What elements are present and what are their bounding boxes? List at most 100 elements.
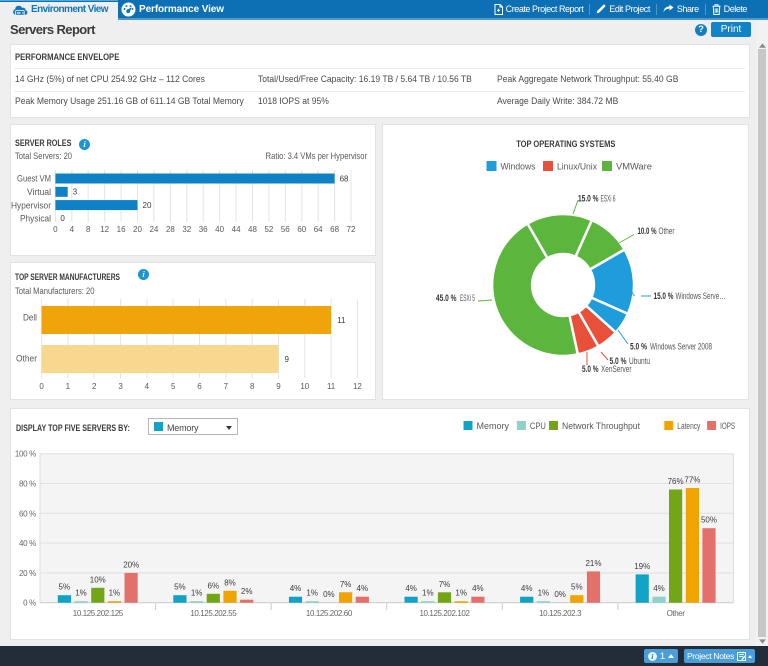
svg-text:IOPS: IOPS bbox=[720, 421, 735, 431]
svg-text:4: 4 bbox=[145, 382, 150, 391]
svg-text:Windows Server 2008: Windows Server 2008 bbox=[650, 342, 712, 352]
svg-text:1%: 1% bbox=[422, 589, 434, 598]
svg-text:76%: 76% bbox=[668, 477, 684, 486]
svg-text:21%: 21% bbox=[585, 559, 601, 568]
svg-text:3: 3 bbox=[118, 382, 123, 391]
svg-text:10.125.202.125: 10.125.202.125 bbox=[73, 609, 124, 618]
svg-text:10: 10 bbox=[300, 382, 309, 391]
svg-text:48: 48 bbox=[248, 225, 257, 234]
svg-text:10.125.202.60: 10.125.202.60 bbox=[306, 609, 353, 618]
svg-text:Ubuntu: Ubuntu bbox=[629, 356, 650, 366]
svg-text:6%: 6% bbox=[208, 581, 220, 590]
svg-text:6: 6 bbox=[197, 382, 202, 391]
svg-text:7%: 7% bbox=[439, 580, 451, 589]
svg-text:20: 20 bbox=[133, 225, 142, 234]
svg-text:12: 12 bbox=[100, 225, 109, 234]
svg-text:Virtual: Virtual bbox=[27, 187, 51, 197]
svg-text:Windows: Windows bbox=[501, 162, 536, 172]
svg-text:Latency: Latency bbox=[677, 421, 700, 431]
svg-text:4%: 4% bbox=[653, 584, 665, 593]
svg-text:20%: 20% bbox=[123, 560, 139, 569]
svg-text:7: 7 bbox=[224, 382, 229, 391]
svg-text:68: 68 bbox=[330, 225, 339, 234]
svg-text:0: 0 bbox=[53, 225, 58, 234]
svg-text:19%: 19% bbox=[634, 562, 650, 571]
svg-text:1%: 1% bbox=[455, 589, 467, 598]
svg-text:11: 11 bbox=[337, 316, 346, 325]
svg-text:15.0 %: 15.0 % bbox=[654, 291, 674, 301]
svg-text:64: 64 bbox=[314, 225, 323, 234]
svg-text:Other: Other bbox=[667, 609, 686, 618]
svg-text:5: 5 bbox=[171, 382, 176, 391]
svg-text:0: 0 bbox=[60, 214, 65, 223]
svg-text:52: 52 bbox=[264, 225, 273, 234]
svg-text:2: 2 bbox=[92, 382, 97, 391]
svg-text:ESXi 6: ESXi 6 bbox=[601, 194, 616, 204]
svg-text:28: 28 bbox=[166, 225, 175, 234]
svg-text:1%: 1% bbox=[109, 589, 121, 598]
svg-text:VMWare: VMWare bbox=[616, 162, 652, 172]
svg-text:56: 56 bbox=[281, 225, 290, 234]
svg-text:Guest VM: Guest VM bbox=[17, 174, 51, 184]
svg-text:Memory: Memory bbox=[477, 421, 510, 431]
svg-text:40 %: 40 % bbox=[19, 539, 36, 548]
svg-text:4%: 4% bbox=[521, 584, 533, 593]
svg-text:44: 44 bbox=[232, 225, 241, 234]
svg-text:Linux/Unix: Linux/Unix bbox=[557, 162, 597, 172]
svg-text:ESXi 5: ESXi 5 bbox=[460, 293, 475, 303]
svg-text:77%: 77% bbox=[684, 476, 700, 485]
svg-text:10.125.202.3: 10.125.202.3 bbox=[539, 609, 582, 618]
svg-text:0: 0 bbox=[39, 382, 44, 391]
svg-text:CPU: CPU bbox=[530, 421, 546, 431]
svg-text:Other: Other bbox=[659, 226, 675, 236]
svg-text:32: 32 bbox=[182, 225, 191, 234]
svg-text:40: 40 bbox=[215, 225, 224, 234]
svg-text:1%: 1% bbox=[306, 589, 318, 598]
svg-text:3: 3 bbox=[73, 188, 78, 197]
svg-text:11: 11 bbox=[327, 382, 336, 391]
svg-text:4%: 4% bbox=[472, 584, 484, 593]
svg-text:80 %: 80 % bbox=[19, 480, 36, 489]
svg-text:100 %: 100 % bbox=[15, 450, 36, 459]
svg-text:5%: 5% bbox=[174, 583, 186, 592]
svg-text:5%: 5% bbox=[59, 583, 71, 592]
svg-text:4%: 4% bbox=[290, 584, 302, 593]
svg-text:0%: 0% bbox=[323, 590, 335, 599]
svg-text:0%: 0% bbox=[554, 590, 566, 599]
svg-text:5%: 5% bbox=[571, 583, 583, 592]
svg-text:1: 1 bbox=[66, 382, 71, 391]
svg-text:1%: 1% bbox=[538, 589, 550, 598]
svg-text:1%: 1% bbox=[75, 589, 87, 598]
svg-text:0 %: 0 % bbox=[23, 599, 36, 608]
svg-text:20: 20 bbox=[143, 201, 152, 210]
svg-text:4: 4 bbox=[70, 225, 75, 234]
svg-text:Dell: Dell bbox=[23, 313, 37, 323]
svg-text:7%: 7% bbox=[340, 580, 352, 589]
svg-text:50%: 50% bbox=[701, 516, 717, 525]
svg-text:5.0 %: 5.0 % bbox=[582, 364, 599, 374]
svg-text:72: 72 bbox=[347, 225, 356, 234]
svg-text:4%: 4% bbox=[405, 584, 417, 593]
svg-text:10%: 10% bbox=[90, 575, 106, 584]
svg-text:60: 60 bbox=[297, 225, 306, 234]
svg-text:8%: 8% bbox=[224, 578, 236, 587]
svg-text:2%: 2% bbox=[241, 587, 253, 596]
svg-text:10.0 %: 10.0 % bbox=[638, 226, 657, 236]
svg-text:1%: 1% bbox=[191, 589, 203, 598]
svg-text:16: 16 bbox=[117, 225, 126, 234]
svg-text:68: 68 bbox=[340, 174, 349, 183]
svg-text:9: 9 bbox=[285, 355, 290, 364]
svg-text:10.125.202.102: 10.125.202.102 bbox=[419, 609, 470, 618]
svg-text:12: 12 bbox=[353, 382, 362, 391]
svg-text:60 %: 60 % bbox=[19, 509, 36, 518]
svg-text:8: 8 bbox=[86, 225, 91, 234]
svg-text:24: 24 bbox=[149, 225, 158, 234]
svg-text:XenServer: XenServer bbox=[601, 364, 632, 374]
svg-text:9: 9 bbox=[276, 382, 281, 391]
svg-text:5.0 %: 5.0 % bbox=[630, 342, 647, 352]
svg-text:20 %: 20 % bbox=[19, 569, 36, 578]
svg-text:15.0 %: 15.0 % bbox=[578, 194, 599, 204]
svg-text:4%: 4% bbox=[357, 584, 369, 593]
svg-text:Other: Other bbox=[16, 354, 37, 364]
svg-text:Windows Serve…: Windows Serve… bbox=[676, 291, 726, 301]
